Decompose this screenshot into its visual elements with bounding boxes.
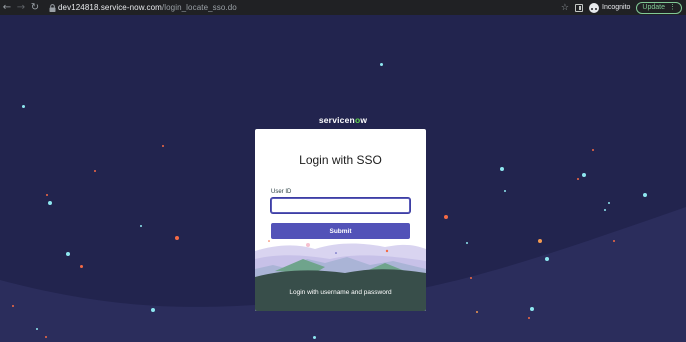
servicenow-logo: servicenow: [0, 115, 686, 125]
reload-icon[interactable]: ↻: [28, 0, 42, 15]
mountain-illustration: [255, 239, 426, 311]
star-dot: [466, 242, 468, 244]
page-title: Login with SSO: [299, 153, 382, 167]
back-arrow-icon[interactable]: ←: [0, 0, 14, 15]
star-dot: [613, 240, 615, 242]
star-dot: [45, 336, 47, 338]
address-bar[interactable]: dev124818.service-now.com/login_locate_s…: [46, 1, 237, 14]
star-dot: [175, 236, 179, 240]
incognito-icon: [589, 2, 599, 13]
star-dot: [608, 202, 610, 204]
lock-icon[interactable]: [46, 1, 58, 14]
username-password-login-link[interactable]: Login with username and password: [255, 289, 426, 296]
star-dot: [538, 239, 542, 243]
star-dot: [151, 308, 155, 312]
logo-text-end: w: [360, 115, 368, 125]
update-label: Update: [642, 4, 665, 11]
star-dot: [444, 215, 448, 219]
star-dot: [48, 201, 52, 205]
star-dot: [577, 178, 579, 180]
update-button[interactable]: Update ⋮: [636, 1, 682, 14]
star-dot: [500, 167, 504, 171]
userid-label: User ID: [271, 189, 292, 195]
star-dot: [12, 305, 14, 307]
star-dot: [643, 193, 647, 197]
url-text: dev124818.service-now.com/login_locate_s…: [58, 3, 237, 12]
browser-toolbar: ← → ↻ dev124818.service-now.com/login_lo…: [0, 0, 686, 15]
userid-input[interactable]: [271, 198, 410, 213]
login-card: Login with SSO User ID Submit Login with…: [255, 129, 426, 311]
star-dot: [36, 328, 38, 330]
star-dot: [476, 311, 478, 313]
profile-button[interactable]: Incognito: [589, 2, 631, 13]
star-dot: [22, 105, 25, 108]
star-dot: [545, 257, 549, 261]
login-page: servicenow Login with SSO User ID Submit…: [0, 15, 686, 342]
star-icon[interactable]: ☆: [561, 3, 569, 13]
star-dot: [380, 63, 383, 66]
logo-text-start: servicen: [318, 115, 355, 125]
star-dot: [470, 277, 472, 279]
star-dot: [66, 252, 70, 256]
url-path: /login_locate_sso.do: [161, 3, 237, 12]
star-dot: [313, 336, 316, 339]
star-dot: [592, 149, 594, 151]
star-dot: [94, 170, 96, 172]
star-dot: [582, 173, 586, 177]
forward-arrow-icon[interactable]: →: [14, 0, 28, 15]
submit-button[interactable]: Submit: [271, 223, 410, 239]
star-dot: [530, 307, 534, 311]
star-dot: [528, 317, 530, 319]
star-dot: [140, 225, 142, 227]
star-dot: [162, 145, 164, 147]
side-panel-icon[interactable]: [575, 3, 583, 12]
star-dot: [80, 265, 83, 268]
star-dot: [604, 209, 606, 211]
star-dot: [46, 194, 48, 196]
kebab-menu-icon: ⋮: [669, 4, 676, 11]
profile-label: Incognito: [602, 4, 631, 11]
star-dot: [504, 190, 506, 192]
url-domain: dev124818.service-now.com: [58, 3, 162, 12]
